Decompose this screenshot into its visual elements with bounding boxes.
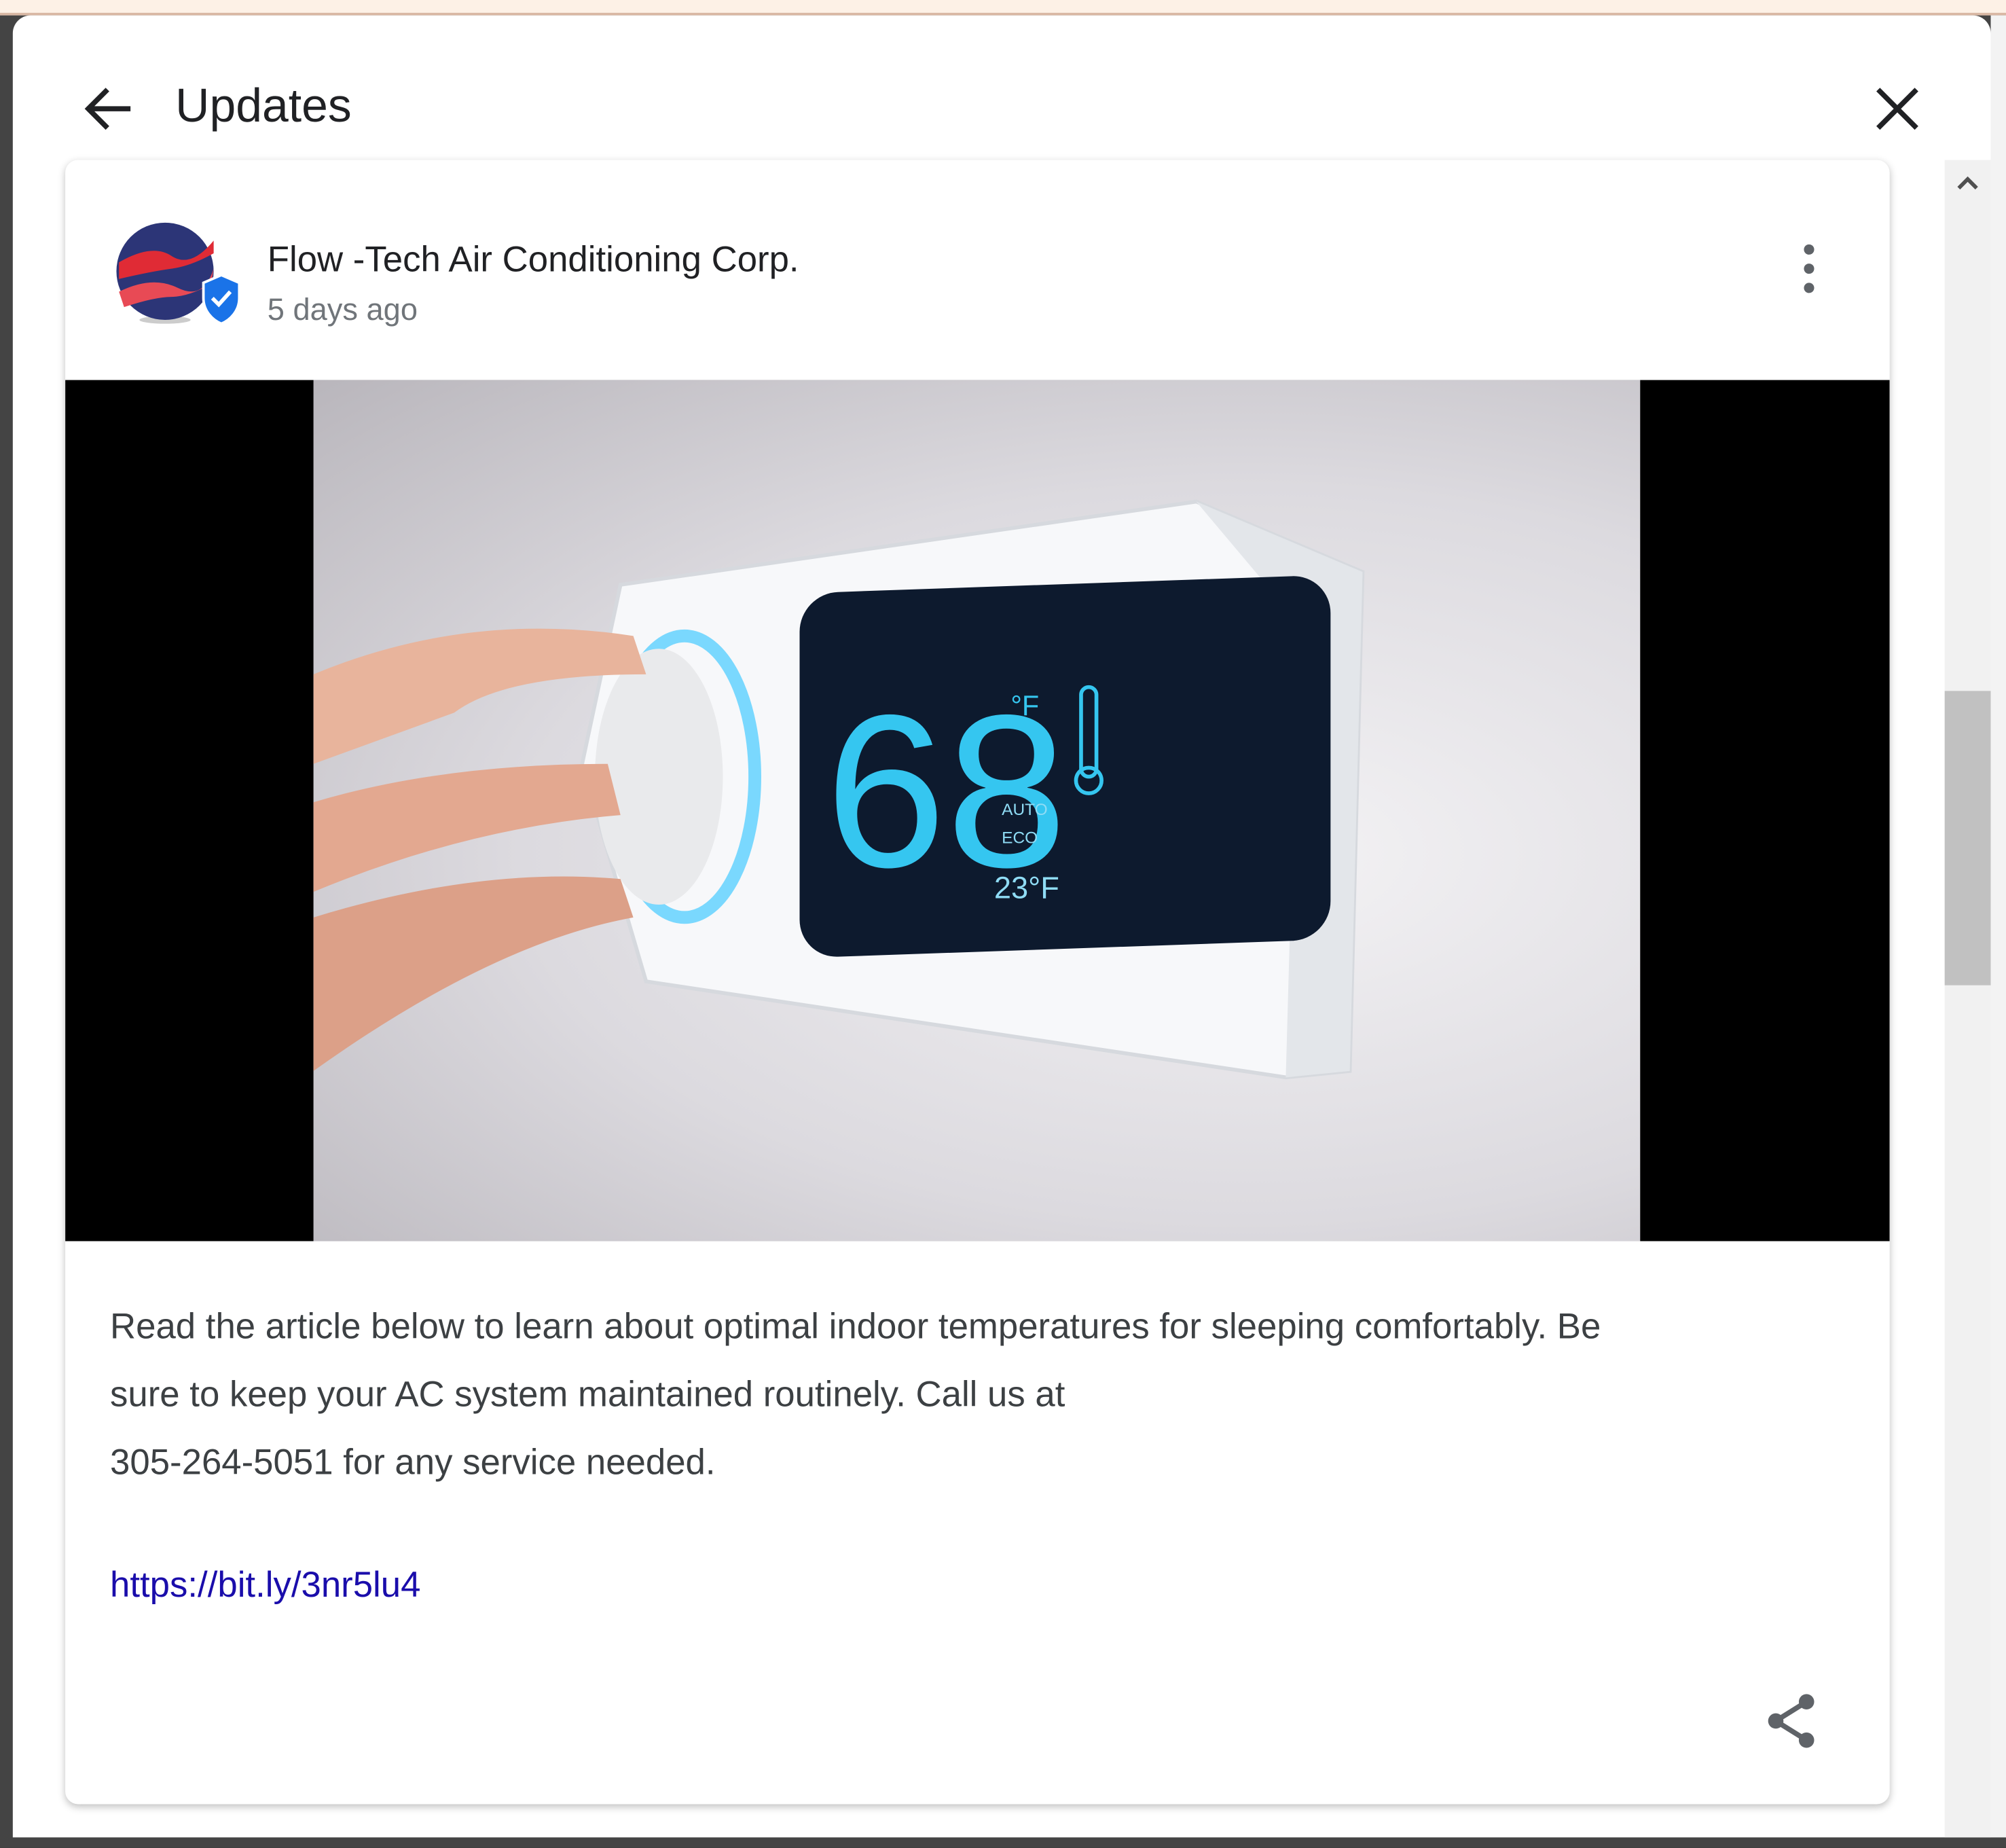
post-link[interactable]: https://bit.ly/3nr5lu4 xyxy=(110,1565,420,1606)
updates-dialog: Updates Flow -Tech Air Conditioning Corp… xyxy=(12,15,1991,1838)
close-button[interactable] xyxy=(1865,67,1929,151)
thermostat-mode-auto: AUTO xyxy=(1002,801,1048,819)
more-vert-icon xyxy=(1804,244,1814,293)
business-name[interactable]: Flow -Tech Air Conditioning Corp. xyxy=(268,239,799,280)
scroll-up-arrow-icon[interactable] xyxy=(1955,173,1981,193)
verified-badge-icon xyxy=(202,274,241,325)
business-avatar[interactable] xyxy=(114,217,242,333)
screen: Updates Flow -Tech Air Conditioning Corp… xyxy=(0,0,2006,1848)
thermostat-photo: 68 °F AUTO ECO 23°F xyxy=(313,380,1641,1242)
thermostat-unit: °F xyxy=(1010,689,1039,721)
background-map-edge xyxy=(1990,15,2006,1838)
back-button[interactable] xyxy=(79,69,143,149)
dialog-title: Updates xyxy=(175,79,352,132)
share-icon xyxy=(1768,1694,1814,1748)
share-button[interactable] xyxy=(1760,1689,1824,1753)
post-card: Flow -Tech Air Conditioning Corp. 5 days… xyxy=(65,160,1890,1805)
post-body-line: 305-264-5051 for any service needed. xyxy=(110,1442,716,1482)
post-image[interactable]: 68 °F AUTO ECO 23°F xyxy=(65,380,1890,1242)
thermostat-outside-temp: 23°F xyxy=(994,871,1059,905)
thermostat-mode-eco: ECO xyxy=(1002,829,1038,848)
browser-strip xyxy=(0,0,2006,16)
more-options-button[interactable] xyxy=(1790,237,1829,301)
post-body-line: sure to keep your AC system maintained r… xyxy=(110,1374,1065,1414)
close-icon xyxy=(1876,88,1918,130)
post-body: Read the article below to learn about op… xyxy=(110,1292,1850,1496)
scrollbar-thumb[interactable] xyxy=(1944,691,1991,985)
post-body-line: Read the article below to learn about op… xyxy=(110,1306,1601,1346)
scrollbar[interactable] xyxy=(1944,160,1991,1838)
post-time: 5 days ago xyxy=(267,293,418,328)
arrow-left-icon xyxy=(84,88,131,130)
